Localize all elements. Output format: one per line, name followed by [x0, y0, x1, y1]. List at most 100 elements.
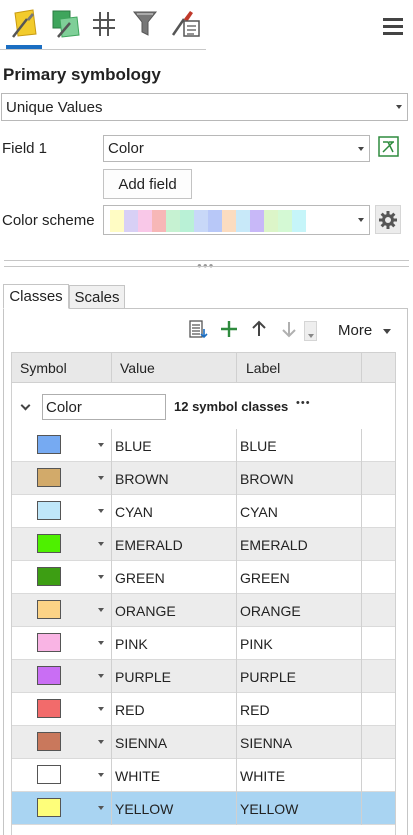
color-ramp-swatch	[194, 210, 208, 232]
move-down-icon[interactable]	[279, 319, 299, 339]
table-row[interactable]: GREEN GREEN	[12, 561, 395, 594]
symbol-swatch[interactable]	[37, 666, 61, 685]
class-label[interactable]: YELLOW	[240, 801, 298, 817]
chevron-down-icon[interactable]	[98, 674, 104, 678]
color-scheme-label: Color scheme	[2, 212, 95, 229]
table-row[interactable]: EMERALD EMERALD	[12, 528, 395, 561]
class-label[interactable]: BROWN	[240, 471, 294, 487]
table-row[interactable]: YELLOW YELLOW	[12, 792, 395, 825]
color-scheme-dropdown[interactable]	[103, 205, 370, 235]
primary-symbology-tab-icon[interactable]	[8, 6, 40, 40]
table-row[interactable]: BROWN BROWN	[12, 462, 395, 495]
class-label[interactable]: BLUE	[240, 438, 277, 454]
group-field-text: Color	[46, 398, 82, 416]
chevron-down-icon[interactable]	[98, 740, 104, 744]
color-ramp-swatch	[250, 210, 264, 232]
class-value: EMERALD	[115, 537, 183, 553]
move-up-icon[interactable]	[249, 319, 269, 339]
table-row[interactable]: BLUE BLUE	[12, 429, 395, 462]
symbol-swatch[interactable]	[37, 600, 61, 619]
class-value: CYAN	[115, 504, 153, 520]
renderer-value: Unique Values	[6, 98, 103, 116]
tab-scales[interactable]: Scales	[69, 285, 125, 309]
add-all-values-icon[interactable]	[188, 319, 210, 341]
chevron-down-icon[interactable]	[98, 476, 104, 480]
chevron-down-icon	[396, 105, 402, 109]
add-field-button[interactable]: Add field	[103, 169, 192, 199]
color-ramp-swatch	[278, 210, 292, 232]
expression-icon[interactable]	[377, 135, 401, 159]
color-ramp-swatch	[208, 210, 222, 232]
symbol-swatch[interactable]	[37, 633, 61, 652]
group-more-icon[interactable]: •••	[296, 397, 311, 409]
symbol-properties-tab-icon[interactable]	[170, 6, 202, 40]
class-label[interactable]: WHITE	[240, 768, 285, 784]
table-row[interactable]: RED RED	[12, 693, 395, 726]
chevron-down-icon[interactable]	[98, 575, 104, 579]
renderer-dropdown[interactable]: Unique Values	[1, 93, 408, 121]
class-value: PURPLE	[115, 669, 172, 685]
color-ramp-swatch	[138, 210, 152, 232]
color-ramp-swatch	[124, 210, 138, 232]
tab-classes[interactable]: Classes	[3, 284, 69, 309]
class-label[interactable]: SIENNA	[240, 735, 292, 751]
class-count: 12 symbol classes	[174, 399, 289, 414]
symbol-swatch[interactable]	[37, 501, 61, 520]
more-menu-button[interactable]: More	[338, 322, 392, 339]
symbol-swatch[interactable]	[37, 567, 61, 586]
class-value: WHITE	[115, 768, 161, 784]
reorder-options-button[interactable]	[304, 321, 317, 341]
class-label[interactable]: GREEN	[240, 570, 290, 586]
symbol-classes-grid: Symbol Value Label Color 12 symbol class…	[11, 352, 396, 835]
symbol-swatch[interactable]	[37, 798, 61, 817]
color-scheme-options-button[interactable]	[375, 205, 401, 234]
add-icon[interactable]	[219, 319, 239, 339]
symbol-swatch[interactable]	[37, 468, 61, 487]
group-field-heading[interactable]: Color	[42, 394, 166, 420]
chevron-down-icon[interactable]	[98, 707, 104, 711]
class-label[interactable]: PINK	[240, 636, 273, 652]
symbol-swatch[interactable]	[37, 699, 61, 718]
class-value: GREEN	[115, 570, 165, 586]
class-value: YELLOW	[115, 801, 174, 817]
vary-symbology-tab-icon[interactable]	[49, 6, 81, 40]
hamburger-menu-icon[interactable]	[383, 18, 403, 36]
class-label[interactable]: CYAN	[240, 504, 278, 520]
table-row[interactable]: PINK PINK	[12, 627, 395, 660]
class-value: SIENNA	[115, 735, 168, 751]
table-row[interactable]: PURPLE PURPLE	[12, 660, 395, 693]
chevron-down-icon[interactable]	[98, 773, 104, 777]
class-value: RED	[115, 702, 145, 718]
symbol-swatch[interactable]	[37, 435, 61, 454]
chevron-down-icon[interactable]	[98, 608, 104, 612]
class-label[interactable]: RED	[240, 702, 270, 718]
symbol-swatch[interactable]	[37, 732, 61, 751]
collapse-chevron-icon[interactable]	[20, 400, 31, 411]
class-label[interactable]: ORANGE	[240, 603, 301, 619]
field1-dropdown[interactable]: Color	[103, 135, 370, 162]
symbol-swatch[interactable]	[37, 534, 61, 553]
chevron-down-icon[interactable]	[98, 509, 104, 513]
class-label[interactable]: EMERALD	[240, 537, 308, 553]
symbol-layers-tab-icon[interactable]	[88, 6, 120, 40]
panel-splitter[interactable]: ●●●	[0, 259, 413, 270]
table-row[interactable]: SIENNA SIENNA	[12, 726, 395, 759]
symbol-swatch[interactable]	[37, 765, 61, 784]
color-ramp-swatch	[110, 210, 124, 232]
color-ramp-swatch	[264, 210, 278, 232]
grid-header: Symbol Value Label	[12, 352, 395, 383]
filter-tab-icon[interactable]	[129, 6, 161, 40]
table-row[interactable]: WHITE WHITE	[12, 759, 395, 792]
class-value: BROWN	[115, 471, 169, 487]
class-value: PINK	[115, 636, 148, 652]
chevron-down-icon[interactable]	[98, 806, 104, 810]
table-row[interactable]: CYAN CYAN	[12, 495, 395, 528]
toolbar-divider	[0, 49, 206, 50]
gear-icon	[379, 210, 397, 229]
chevron-down-icon[interactable]	[98, 641, 104, 645]
chevron-down-icon[interactable]	[98, 542, 104, 546]
chevron-down-icon	[358, 146, 364, 151]
chevron-down-icon[interactable]	[98, 443, 104, 447]
table-row[interactable]: ORANGE ORANGE	[12, 594, 395, 627]
class-label[interactable]: PURPLE	[240, 669, 296, 685]
